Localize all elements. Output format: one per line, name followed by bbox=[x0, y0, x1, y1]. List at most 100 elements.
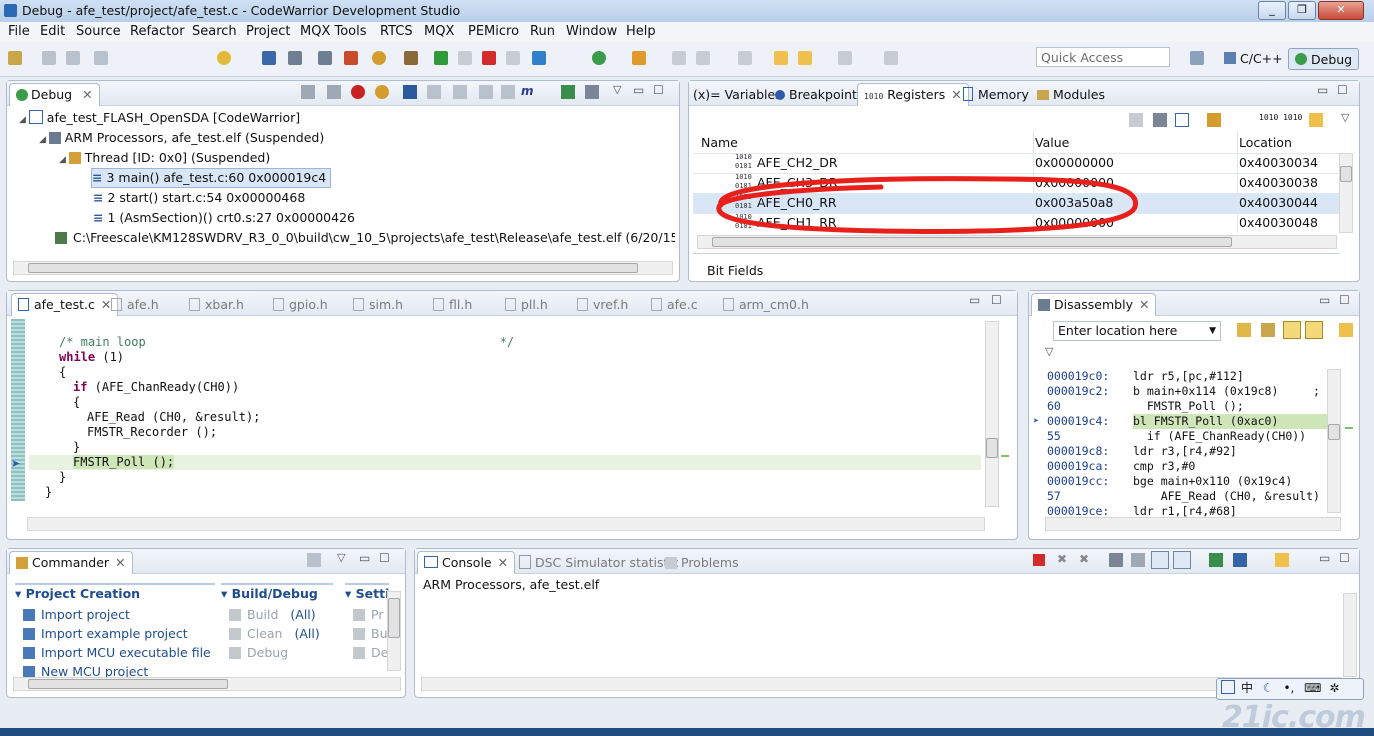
minimize-view-icon[interactable]: ▭ bbox=[1319, 293, 1330, 307]
step-return-icon[interactable] bbox=[404, 51, 418, 65]
link-with-frame-icon[interactable] bbox=[1283, 321, 1301, 339]
tab-memory[interactable]: Memory bbox=[963, 85, 1029, 104]
menu-rtcs[interactable]: RTCS bbox=[380, 24, 413, 39]
command-scope[interactable]: (All) bbox=[290, 607, 315, 622]
tab-problems[interactable]: Problems bbox=[665, 553, 739, 572]
commander-item[interactable]: Debug bbox=[229, 645, 288, 660]
commander-item[interactable]: Bu bbox=[353, 626, 388, 641]
disassembly-line[interactable]: 000019c2: b main+0x114 (0x19c8) ; bbox=[1033, 384, 1327, 399]
tab-sim-h[interactable]: sim.h bbox=[353, 295, 403, 314]
tab-console[interactable]: Console ✕ bbox=[417, 551, 516, 574]
minimize-view-icon[interactable]: ▭ bbox=[1319, 551, 1330, 565]
code-line[interactable]: { bbox=[29, 395, 981, 410]
close-icon[interactable]: ✕ bbox=[498, 555, 508, 570]
tree-executable[interactable]: C:\Freescale\KM128SWDRV_R3_0_0\build\cw_… bbox=[55, 228, 675, 248]
commander-item[interactable]: Import project bbox=[23, 607, 130, 622]
tab-vref-h[interactable]: vref.h bbox=[577, 295, 628, 314]
maximize-view-icon[interactable]: ☐ bbox=[1339, 293, 1350, 307]
tree-thread[interactable]: ◢ Thread [ID: 0x0] (Suspended) bbox=[59, 148, 270, 168]
tab-debug[interactable]: Debug ✕ bbox=[9, 83, 100, 106]
menu-pemicro[interactable]: PEMicro bbox=[468, 24, 519, 39]
ime-keyboard-icon[interactable]: ⌨ bbox=[1304, 681, 1321, 695]
skip-breakpoints-icon[interactable] bbox=[288, 51, 302, 65]
horizontal-scrollbar[interactable] bbox=[13, 261, 673, 275]
code-line[interactable]: } bbox=[29, 485, 981, 500]
disassembly-vscroll[interactable] bbox=[1327, 369, 1341, 513]
maximize-view-icon[interactable]: ☐ bbox=[1337, 83, 1348, 97]
scroll-lock-icon[interactable] bbox=[1131, 553, 1145, 567]
console-hscroll[interactable] bbox=[421, 677, 1341, 691]
column-location[interactable]: Location bbox=[1239, 135, 1292, 150]
disassembly-line[interactable]: 000019c0: ldr r5,[pc,#112] bbox=[1033, 369, 1327, 384]
registers-hscroll[interactable] bbox=[697, 235, 1337, 249]
menu-help[interactable]: Help bbox=[626, 24, 656, 39]
scroll-thumb[interactable] bbox=[1328, 424, 1340, 440]
run-to-line-icon[interactable] bbox=[532, 51, 546, 65]
commander-item[interactable]: Import MCU executable file bbox=[23, 645, 211, 660]
ime-toolbar[interactable]: 中 ☾ •, ⌨ ✲ bbox=[1216, 678, 1364, 700]
suspend-icon[interactable] bbox=[458, 51, 472, 65]
tab-afe-h[interactable]: afe.h bbox=[111, 295, 159, 314]
commander-item[interactable]: Clean (All) bbox=[229, 626, 320, 641]
number-format-icon[interactable] bbox=[1207, 113, 1221, 127]
disconnect-target-icon[interactable] bbox=[351, 85, 365, 99]
terminate-icon[interactable] bbox=[1033, 554, 1045, 566]
close-icon[interactable]: ✕ bbox=[101, 297, 111, 312]
chevron-down-icon[interactable]: ▼ bbox=[1209, 322, 1216, 340]
multicore-icon[interactable] bbox=[585, 85, 599, 99]
view-menu-icon[interactable]: ▽ bbox=[613, 83, 621, 96]
close-button[interactable]: ✕ bbox=[1318, 1, 1364, 20]
show-on-output-icon[interactable] bbox=[1151, 551, 1169, 569]
tab-gpio-h[interactable]: gpio.h bbox=[273, 295, 328, 314]
forward-icon[interactable] bbox=[838, 51, 852, 65]
perspective-cpp[interactable]: C/C++ bbox=[1218, 48, 1289, 70]
tree-process[interactable]: ◢ ARM Processors, afe_test.elf (Suspende… bbox=[39, 128, 324, 148]
disassembly-line[interactable]: 60 FMSTR_Poll (); bbox=[1033, 399, 1327, 414]
close-icon[interactable]: ✕ bbox=[951, 87, 961, 102]
commander-item[interactable]: Import example project bbox=[23, 626, 188, 641]
menu-file[interactable]: File bbox=[8, 24, 30, 39]
tab-fll-h[interactable]: fll.h bbox=[433, 295, 472, 314]
commander-hscroll[interactable] bbox=[13, 677, 401, 691]
location-combo[interactable]: Enter location here ▼ bbox=[1053, 321, 1221, 341]
tab-pll-h[interactable]: pll.h bbox=[505, 295, 548, 314]
threads-icon[interactable] bbox=[501, 85, 515, 99]
resume-icon[interactable] bbox=[434, 51, 448, 65]
tab-afe-test-c[interactable]: afe_test.c ✕ bbox=[11, 293, 119, 316]
add-register-group-icon[interactable] bbox=[1129, 113, 1143, 127]
last-edit-icon[interactable] bbox=[774, 51, 788, 65]
maximize-view-icon[interactable]: ☐ bbox=[1339, 551, 1350, 565]
scroll-thumb[interactable] bbox=[1340, 166, 1352, 182]
menu-source[interactable]: Source bbox=[76, 24, 121, 39]
tab-dsc-simulator[interactable]: DSC Simulator statistic bbox=[519, 553, 679, 572]
tab-xbar-h[interactable]: xbar.h bbox=[189, 295, 244, 314]
pin-icon[interactable] bbox=[1309, 113, 1323, 127]
display-console-icon[interactable] bbox=[1233, 553, 1247, 567]
disassembly-line[interactable]: 000019cc: bge main+0x110 (0x19c4) bbox=[1033, 474, 1327, 489]
scroll-thumb[interactable] bbox=[28, 679, 228, 689]
maximize-button[interactable]: ❐ bbox=[1288, 1, 1316, 20]
prev-annotation-icon[interactable] bbox=[738, 51, 752, 65]
back-icon[interactable] bbox=[798, 51, 812, 65]
disassembly-line[interactable]: 000019c8: ldr r3,[r4,#92] bbox=[1033, 444, 1327, 459]
editor-vscroll[interactable] bbox=[985, 321, 999, 507]
disassembly-lines[interactable]: 000019c0: ldr r5,[pc,#112] 000019c2: b main… bbox=[1033, 369, 1327, 517]
minimize-view-icon[interactable]: ▭ bbox=[359, 551, 370, 565]
tab-variables[interactable]: (x)= Variables bbox=[693, 85, 782, 104]
instruction-step-icon[interactable] bbox=[403, 85, 417, 99]
ime-settings-icon[interactable]: ✲ bbox=[1329, 681, 1339, 695]
maximize-view-icon[interactable]: ☐ bbox=[379, 551, 390, 565]
next-annotation-icon[interactable] bbox=[696, 51, 710, 65]
perspective-debug[interactable]: Debug bbox=[1288, 48, 1360, 70]
menu-run[interactable]: Run bbox=[530, 24, 555, 39]
ime-punct-icon[interactable]: •, bbox=[1283, 681, 1294, 695]
open-console-icon[interactable] bbox=[1275, 553, 1289, 567]
show-on-error-icon[interactable] bbox=[1173, 551, 1191, 569]
pin-console-icon[interactable] bbox=[1209, 553, 1223, 567]
mode-icon[interactable]: m bbox=[521, 84, 534, 98]
save-all-icon[interactable] bbox=[66, 51, 80, 65]
menu-mqx-tools[interactable]: MQX Tools bbox=[300, 24, 367, 39]
tab-registers[interactable]: 1010 Registers ✕ bbox=[857, 83, 969, 106]
step-filters-icon[interactable] bbox=[427, 85, 441, 99]
registers-vscroll[interactable] bbox=[1339, 153, 1353, 233]
